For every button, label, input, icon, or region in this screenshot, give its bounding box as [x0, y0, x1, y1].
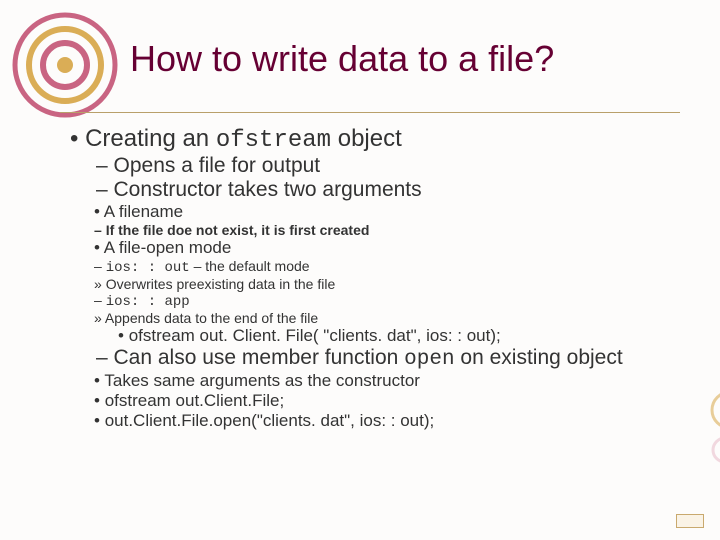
- bullet-l3: A filename: [94, 202, 690, 222]
- code-open: open: [404, 348, 454, 371]
- title-divider: [60, 112, 680, 113]
- decorative-circles-right: [690, 390, 720, 480]
- text: Creating an: [85, 125, 216, 152]
- text: on existing object: [455, 346, 623, 369]
- text: object: [331, 125, 402, 152]
- bullet-l3: Takes same arguments as the constructor: [94, 371, 690, 391]
- bullet-l5: Overwrites preexisting data in the file: [94, 276, 690, 292]
- bullet-l1: Creating an ofstream object: [70, 125, 690, 154]
- bullet-l2: Can also use member function open on exi…: [96, 346, 690, 371]
- bullet-l2: Constructor takes two arguments: [96, 178, 690, 202]
- bullet-l4: ios: : out – the default mode: [94, 258, 690, 276]
- bullet-l4: If the file doe not exist, it is first c…: [94, 222, 690, 238]
- bullet-l3: out.Client.File.open("clients. dat", ios…: [94, 411, 690, 431]
- slide-title: How to write data to a file?: [130, 38, 554, 80]
- bullet-l3: ofstream out. Client. File( "clients. da…: [118, 326, 690, 346]
- bullet-l3: A file-open mode: [94, 238, 690, 258]
- bullet-l3: ofstream out.Client.File;: [94, 391, 690, 411]
- bullet-l4: ios: : app: [94, 292, 690, 310]
- code-ios-app: ios: : app: [106, 294, 190, 310]
- code-ios-out: ios: : out: [106, 260, 190, 276]
- text: Can also use member function: [114, 346, 405, 369]
- code-ofstream: ofstream: [216, 127, 331, 154]
- slide-content: Creating an ofstream object Opens a file…: [70, 125, 690, 431]
- text: – the default mode: [190, 258, 310, 274]
- corner-accent: [676, 514, 704, 528]
- bullet-l2: Opens a file for output: [96, 154, 690, 178]
- bullet-l5: Appends data to the end of the file: [94, 310, 690, 326]
- decorative-circles-top-left: [10, 10, 120, 120]
